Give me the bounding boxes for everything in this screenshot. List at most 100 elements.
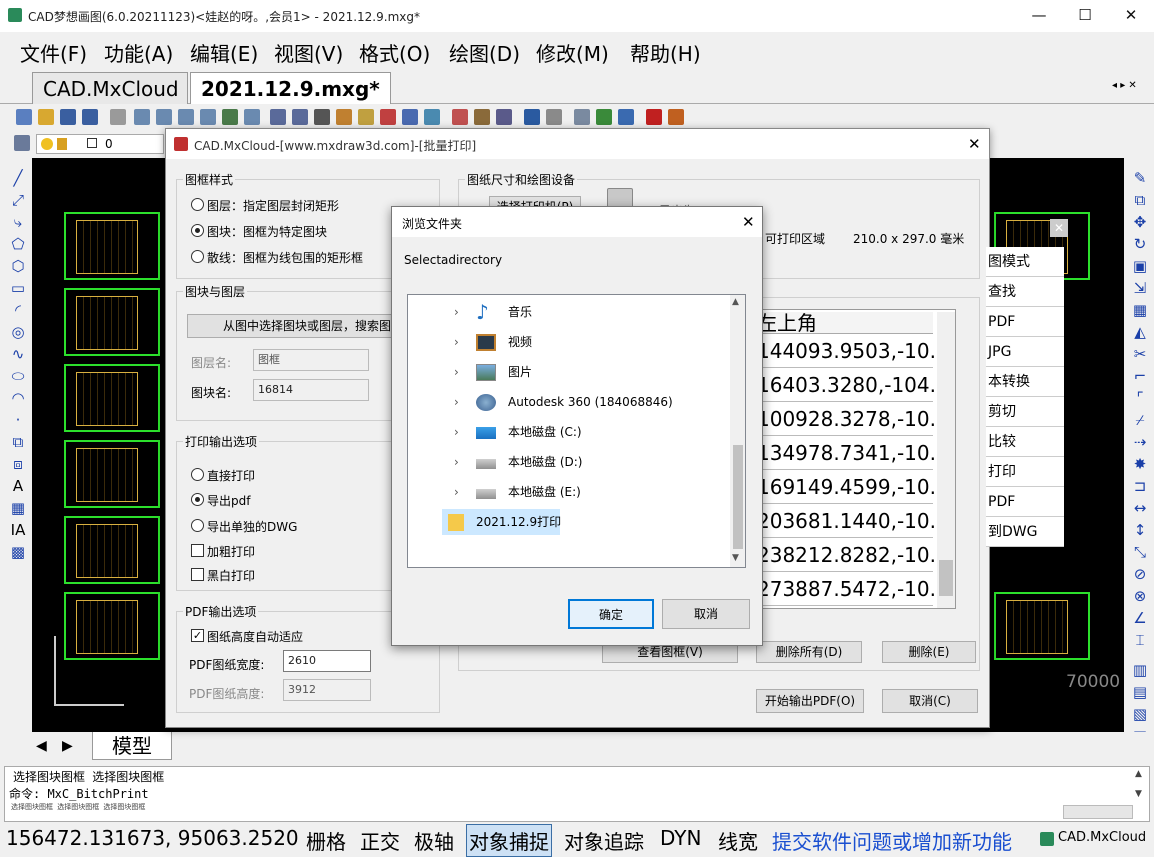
- menu-function[interactable]: 功能(A): [104, 38, 173, 67]
- fillet-icon[interactable]: ⌜: [1132, 390, 1148, 406]
- export-image-icon[interactable]: [668, 109, 684, 125]
- grid-row[interactable]: 169149.4599,-10...: [757, 470, 949, 504]
- explode-icon[interactable]: ✸: [1132, 456, 1148, 472]
- chevron-right-icon[interactable]: ›: [454, 389, 459, 415]
- grid-header[interactable]: 左上角: [757, 312, 933, 334]
- save-all-icon[interactable]: [82, 109, 98, 125]
- polyline-icon[interactable]: ⤷: [10, 214, 26, 230]
- zoom-extents-icon[interactable]: [200, 109, 216, 125]
- grid-scrollbar[interactable]: [937, 312, 955, 608]
- tab-model[interactable]: 模型: [92, 732, 172, 760]
- pdf-height-input[interactable]: 3912: [283, 679, 371, 701]
- list-item[interactable]: PDF: [986, 487, 1064, 517]
- block-name-input[interactable]: 16814: [253, 379, 369, 401]
- undo-icon[interactable]: [524, 109, 540, 125]
- scroll-up-icon[interactable]: ▲: [732, 297, 739, 307]
- zoom-window-icon[interactable]: [178, 109, 194, 125]
- list-item[interactable]: 到DWG: [986, 517, 1064, 547]
- list-item[interactable]: 本转换: [986, 367, 1064, 397]
- dim-angle-icon[interactable]: ∠: [1132, 610, 1148, 626]
- menu-view[interactable]: 视图(V): [274, 38, 343, 67]
- prev-layout-icon[interactable]: ◀: [36, 738, 47, 754]
- browse-cancel-button[interactable]: 取消: [662, 599, 750, 629]
- table-icon[interactable]: ▦: [10, 500, 26, 516]
- erase-icon[interactable]: ✎: [1132, 170, 1148, 186]
- tree-item-selected[interactable]: 2021.12.9打印: [442, 509, 561, 535]
- dim-linear-icon[interactable]: ↔: [1132, 500, 1148, 516]
- open-icon[interactable]: [38, 109, 54, 125]
- menu-help[interactable]: 帮助(H): [630, 38, 701, 67]
- command-area[interactable]: 选择图块图框 选择图块图框 命令: MxC_BitchPrint 选择图块图框 …: [4, 766, 1150, 822]
- break-icon[interactable]: ⌿: [1132, 412, 1148, 428]
- rectangle-icon[interactable]: ⬡: [10, 258, 26, 274]
- measure-icon[interactable]: [496, 109, 512, 125]
- list-item[interactable]: 剪切: [986, 397, 1064, 427]
- menu-format[interactable]: 格式(O): [359, 38, 430, 67]
- point-icon[interactable]: ·: [10, 412, 26, 428]
- tree-item[interactable]: › ♪ 音乐: [408, 299, 730, 325]
- pdf-icon[interactable]: [646, 109, 662, 125]
- radio-direct-print[interactable]: [191, 468, 204, 481]
- menu-modify[interactable]: 修改(M): [536, 38, 609, 67]
- toggle-osnap[interactable]: 对象捕捉: [466, 824, 552, 857]
- chevron-right-icon[interactable]: ›: [454, 359, 459, 385]
- insert-block-icon[interactable]: ⧉: [10, 434, 26, 450]
- tab-drawing[interactable]: 2021.12.9.mxg*: [190, 72, 391, 104]
- grid-row[interactable]: 100928.3278,-10...: [757, 402, 949, 436]
- layer-state-icon[interactable]: ▥: [1132, 662, 1148, 678]
- save-icon[interactable]: [60, 109, 76, 125]
- minimize-button[interactable]: —: [1016, 0, 1062, 32]
- radio-export-pdf[interactable]: [191, 493, 204, 506]
- tree-item[interactable]: › 图片: [408, 359, 730, 385]
- close-icon[interactable]: ✕: [742, 213, 755, 231]
- tab-cloud[interactable]: CAD.MxCloud: [32, 72, 188, 104]
- close-icon[interactable]: ✕: [968, 135, 981, 153]
- trim-icon[interactable]: ✂: [1132, 346, 1148, 362]
- grid-row[interactable]: 16403.3280,-104...: [757, 368, 949, 402]
- chevron-right-icon[interactable]: ›: [454, 419, 459, 445]
- new-icon[interactable]: [16, 109, 32, 125]
- copy-icon[interactable]: ⧉: [1132, 192, 1148, 208]
- make-block-icon[interactable]: ⧈: [10, 456, 26, 472]
- dim-ordinate-icon[interactable]: ⌶: [1132, 632, 1148, 648]
- dim-diameter-icon[interactable]: ⊗: [1132, 588, 1148, 604]
- ellipse-arc-icon[interactable]: ◠: [10, 390, 26, 406]
- rotate-icon[interactable]: ↻: [1132, 236, 1148, 252]
- polygon-icon[interactable]: ⬠: [10, 236, 26, 252]
- list-item[interactable]: 比较: [986, 427, 1064, 457]
- spline-icon[interactable]: ∿: [10, 346, 26, 362]
- tree-item[interactable]: › Autodesk 360 (184068846): [408, 389, 730, 415]
- dim-vertical-icon[interactable]: ↕: [1132, 522, 1148, 538]
- scroll-thumb[interactable]: [939, 560, 953, 596]
- grid-tool-icon[interactable]: [452, 109, 468, 125]
- tab-scroll-icon[interactable]: ◂ ▸ ✕: [1112, 80, 1137, 91]
- layer-manager-icon[interactable]: [14, 135, 30, 151]
- zoom-in-icon[interactable]: [156, 109, 172, 125]
- bold-print-checkbox[interactable]: [191, 544, 204, 557]
- toggle-lineweight[interactable]: 线宽: [718, 826, 758, 855]
- layer-select[interactable]: 0: [36, 134, 164, 154]
- scroll-up-icon[interactable]: ▲: [1135, 769, 1142, 779]
- grid-row[interactable]: 273887.5472,-10...: [757, 572, 949, 606]
- tree-item[interactable]: › 本地磁盘 (D:): [408, 449, 730, 475]
- list-item[interactable]: JPG: [986, 337, 1064, 367]
- brush-icon[interactable]: [336, 109, 352, 125]
- bw-print-checkbox[interactable]: [191, 568, 204, 581]
- scroll-down-icon[interactable]: ▼: [1135, 789, 1142, 799]
- image-icon[interactable]: [424, 109, 440, 125]
- search-icon[interactable]: [292, 109, 308, 125]
- xline-icon[interactable]: ⤢: [10, 192, 26, 208]
- feedback-link[interactable]: 提交软件问题或增加新功能: [772, 826, 1012, 855]
- panel-close-icon[interactable]: ✕: [1050, 219, 1068, 237]
- tree-item[interactable]: › 本地磁盘 (E:): [408, 479, 730, 505]
- line-icon[interactable]: ╱: [10, 170, 26, 186]
- offset-icon[interactable]: ⇢: [1132, 434, 1148, 450]
- find-icon[interactable]: [270, 109, 286, 125]
- radio-lines[interactable]: [191, 250, 204, 263]
- list-item[interactable]: PDF: [986, 307, 1064, 337]
- print-icon[interactable]: [110, 109, 126, 125]
- circle-icon[interactable]: ◎: [10, 324, 26, 340]
- grid-row[interactable]: 144093.9503,-10...: [757, 334, 949, 368]
- layer-iso-icon[interactable]: ▧: [1132, 706, 1148, 722]
- folder-tree[interactable]: › ♪ 音乐 › 视频 › 图片 › Autodesk 360 (1840688…: [407, 294, 746, 568]
